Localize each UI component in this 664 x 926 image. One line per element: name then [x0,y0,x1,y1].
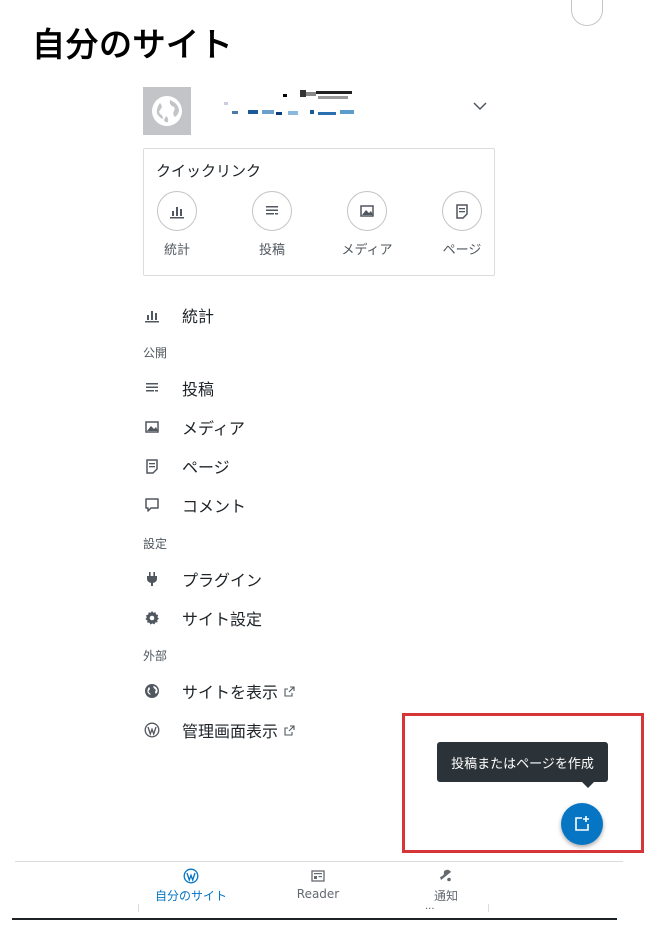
posts-icon [266,206,278,215]
quick-links-title: クイックリンク [156,162,262,180]
tab-notifications[interactable]: 通知 [386,868,506,904]
menu-label: プラグイン [182,571,263,590]
quick-link-posts[interactable]: 投稿 [237,191,307,258]
menu-item-wp-admin[interactable]: 管理画面表示 [143,718,295,742]
tab-divider [138,904,139,912]
menu-label: 管理画面表示 [182,722,279,741]
wordpress-icon [183,868,199,884]
highlight-annotation-box [402,713,644,853]
page-icon [456,204,468,219]
site-icon[interactable] [143,87,191,135]
add-post-icon [575,816,589,831]
menu-label: 投稿 [182,380,215,399]
menu-label: メディア [182,419,245,438]
menu-item-stats[interactable]: 統計 [143,303,214,327]
quick-link-label: ページ [442,243,482,258]
section-header-external: 外部 [143,649,168,663]
more-ellipsis: ... [425,901,435,912]
comment-icon [143,496,161,514]
create-post-button[interactable] [561,803,603,845]
tab-label: 自分のサイト [154,889,227,903]
menu-label: サイト設定 [182,610,263,629]
bar-chart-icon [143,306,161,324]
image-icon [360,205,374,217]
bar-chart-icon [170,207,184,219]
menu-item-media[interactable]: メディア [143,415,245,439]
menu-item-site-settings[interactable]: サイト設定 [143,606,262,630]
profile-avatar-button[interactable] [571,0,603,26]
menu-item-comments[interactable]: コメント [143,493,246,517]
tab-reader[interactable]: Reader [258,868,378,901]
reader-icon [311,870,325,882]
quick-links-card: クイックリンク 統計 投稿 メディア ページ [143,148,495,276]
image-icon [143,418,161,436]
section-header-settings: 設定 [143,537,168,551]
quick-link-label: 統計 [163,243,190,258]
globe-icon [152,96,182,126]
gear-icon [143,609,161,627]
bell-icon [440,869,451,882]
wordpress-icon [143,721,161,739]
fab-tooltip: 投稿またはページを作成 [437,742,608,782]
tooltip-arrow [582,782,594,788]
menu-label: ページ [182,458,230,477]
quick-link-stats[interactable]: 統計 [142,191,212,258]
menu-item-pages[interactable]: ページ [143,454,230,478]
quick-link-pages[interactable]: ページ [427,191,497,258]
chevron-down-icon[interactable] [470,96,490,116]
tab-label: 通知 [433,889,458,903]
globe-icon [143,682,161,700]
page-icon [143,457,161,475]
menu-item-posts[interactable]: 投稿 [143,376,214,400]
quick-link-label: 投稿 [258,243,285,258]
screen-bottom-line [12,918,617,920]
menu-label: 統計 [182,307,215,326]
menu-label: サイトを表示 [182,683,279,702]
page-title: 自分のサイト [32,25,233,64]
menu-label: コメント [182,497,247,516]
quick-link-label: メディア [341,243,393,258]
tabbar-divider [15,861,623,862]
site-name-redacted[interactable] [220,88,360,120]
menu-item-plugins[interactable]: プラグイン [143,567,262,591]
external-link-icon [284,724,295,736]
posts-icon [143,379,161,397]
tab-label: Reader [296,887,340,901]
tab-my-site[interactable]: 自分のサイト [131,868,251,904]
quick-link-media[interactable]: メディア [332,191,402,258]
tab-divider [488,904,489,912]
plug-icon [143,570,161,588]
menu-item-view-site[interactable]: サイトを表示 [143,679,295,703]
section-header-publish: 公開 [143,346,168,360]
external-link-icon [284,685,295,697]
